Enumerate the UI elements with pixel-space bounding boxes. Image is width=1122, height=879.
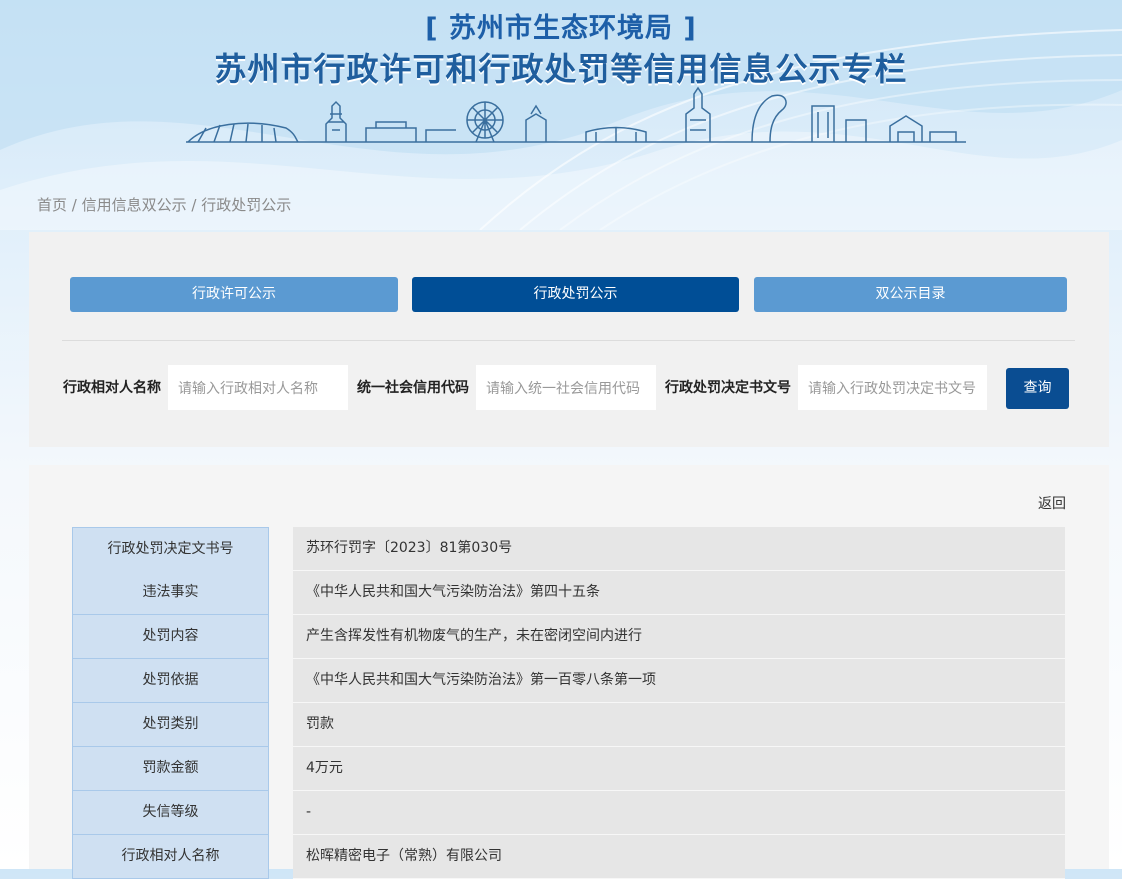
row-value: 《中华人民共和国大气污染防治法》第一百零八条第一项 xyxy=(292,659,1065,703)
row-key: 处罚内容 xyxy=(72,615,269,659)
table-row: 处罚类别 罚款 xyxy=(72,703,1065,747)
detail-panel: 返回 行政处罚决定文书号 苏环行罚字〔2023〕81第030号 违法事实 《中华… xyxy=(29,465,1109,879)
row-value: 松晖精密电子（常熟）有限公司 xyxy=(292,835,1065,879)
row-key: 失信等级 xyxy=(72,791,269,835)
table-row: 处罚依据 《中华人民共和国大气污染防治法》第一百零八条第一项 xyxy=(72,659,1065,703)
breadcrumb-current: 行政处罚公示 xyxy=(201,196,292,214)
row-key: 违法事实 xyxy=(72,571,269,615)
agency-name: [ 苏州市生态环境局 ] xyxy=(425,13,697,44)
city-skyline-illustration xyxy=(186,86,966,143)
row-key: 行政处罚决定文书号 xyxy=(72,527,269,572)
name-label: 行政相对人名称 xyxy=(63,380,161,396)
row-key: 行政相对人名称 xyxy=(72,835,269,879)
row-value: 《中华人民共和国大气污染防治法》第四十五条 xyxy=(292,571,1065,615)
tab-admin-penalty[interactable]: 行政处罚公示 xyxy=(412,277,739,312)
row-key: 罚款金额 xyxy=(72,747,269,791)
tab-admin-license[interactable]: 行政许可公示 xyxy=(70,277,398,312)
decision-number-label: 行政处罚决定书文号 xyxy=(665,380,791,396)
table-row: 处罚内容 产生含挥发性有机物废气的生产，未在密闭空间内进行 xyxy=(72,615,1065,659)
table-row: 罚款金额 4万元 xyxy=(72,747,1065,791)
query-button[interactable]: 查询 xyxy=(1006,368,1069,409)
row-value: 苏环行罚字〔2023〕81第030号 xyxy=(292,527,1065,571)
breadcrumb-separator: / xyxy=(186,196,202,214)
breadcrumb-section-link[interactable]: 信用信息双公示 xyxy=(82,196,187,214)
table-row: 行政相对人名称 松晖精密电子（常熟）有限公司 xyxy=(72,835,1065,879)
row-key: 处罚类别 xyxy=(72,703,269,747)
table-row: 行政处罚决定文书号 苏环行罚字〔2023〕81第030号 xyxy=(72,527,1065,572)
detail-table: 行政处罚决定文书号 苏环行罚字〔2023〕81第030号 违法事实 《中华人民共… xyxy=(72,527,1065,879)
decision-number-input[interactable] xyxy=(798,365,987,410)
row-value: - xyxy=(292,791,1065,835)
credit-code-label: 统一社会信用代码 xyxy=(357,380,469,396)
row-value: 4万元 xyxy=(292,747,1065,791)
back-link[interactable]: 返回 xyxy=(1038,493,1066,513)
search-panel: 行政许可公示 行政处罚公示 双公示目录 行政相对人名称 统一社会信用代码 行政处… xyxy=(29,232,1109,447)
tab-disclosure-catalog[interactable]: 双公示目录 xyxy=(754,277,1067,312)
divider xyxy=(62,340,1075,341)
row-key: 处罚依据 xyxy=(72,659,269,703)
breadcrumb-separator: / xyxy=(67,196,82,214)
table-row: 违法事实 《中华人民共和国大气污染防治法》第四十五条 xyxy=(72,571,1065,615)
credit-code-input[interactable] xyxy=(476,365,656,410)
row-value: 产生含挥发性有机物废气的生产，未在密闭空间内进行 xyxy=(292,615,1065,659)
row-value: 罚款 xyxy=(292,703,1065,747)
table-row: 失信等级 - xyxy=(72,791,1065,835)
breadcrumb-home-link[interactable]: 首页 xyxy=(37,196,67,214)
breadcrumb: 首页 / 信用信息双公示 / 行政处罚公示 xyxy=(37,194,291,215)
name-input[interactable] xyxy=(168,365,348,410)
